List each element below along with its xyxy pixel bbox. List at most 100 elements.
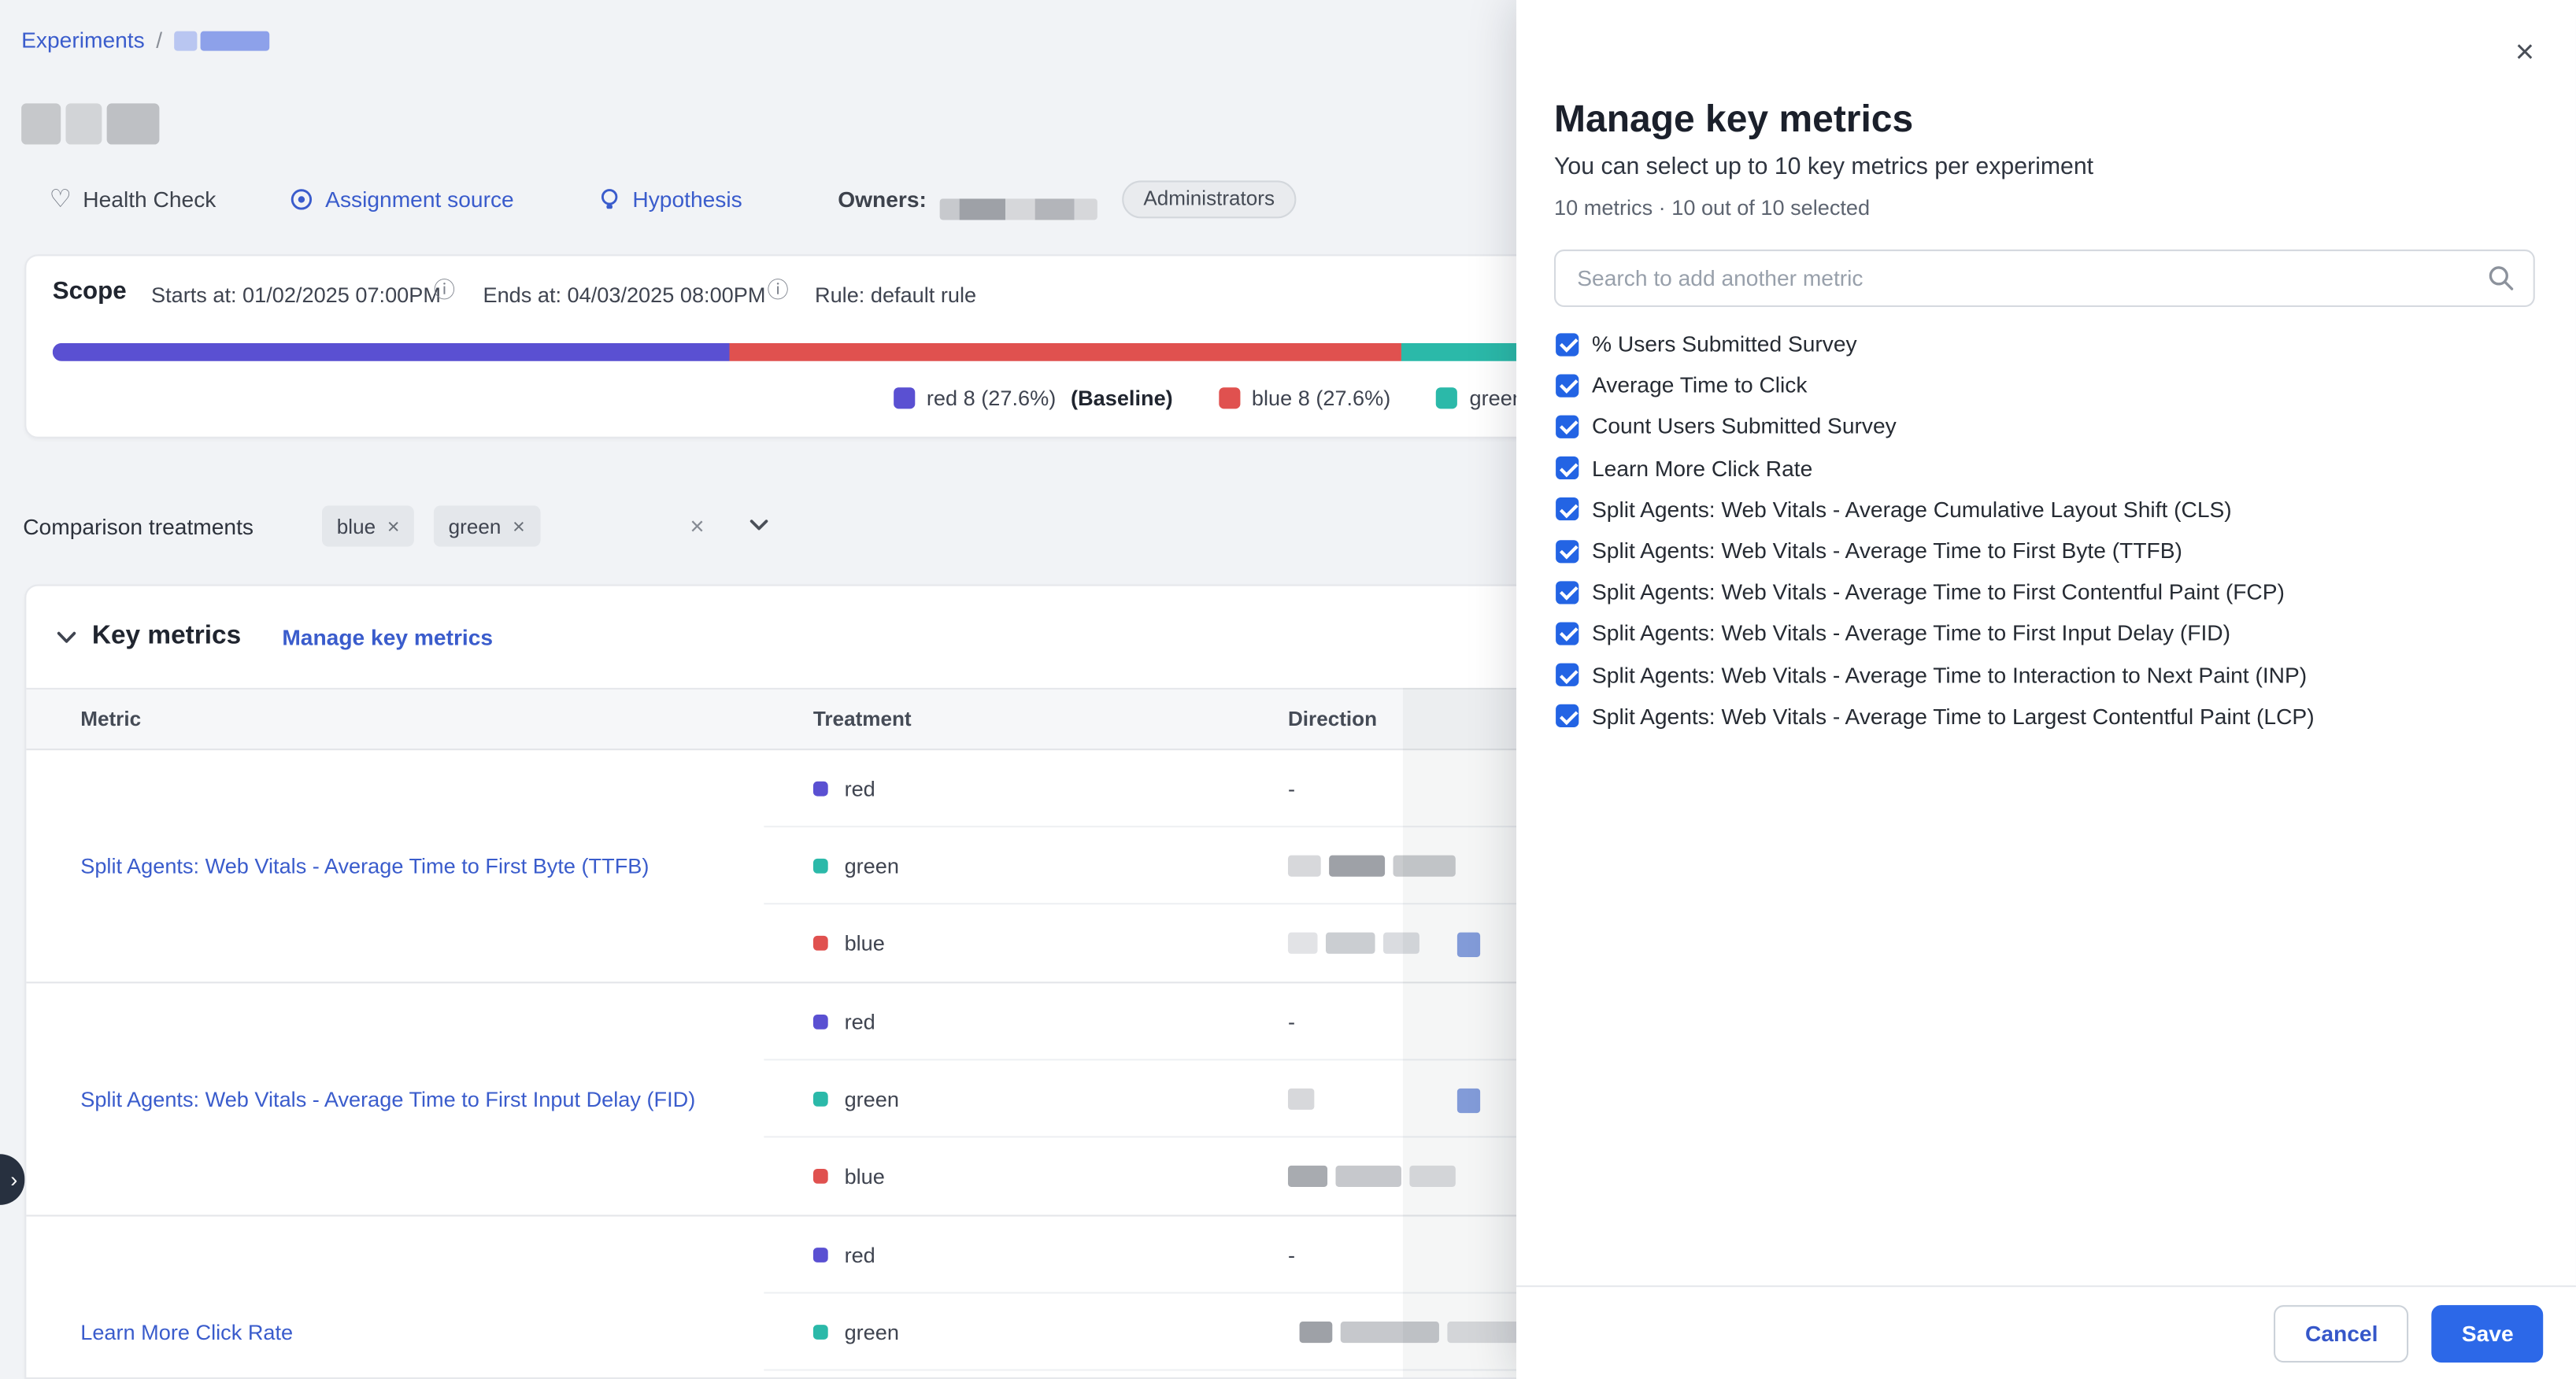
panel-body: Manage key metrics You can select up to … — [1516, 0, 2576, 737]
target-icon — [289, 187, 313, 211]
metric-checkbox-list: % Users Submitted Survey Average Time to… — [1554, 323, 2535, 737]
assignment-source-label: Assignment source — [325, 187, 514, 211]
treatment-name: green — [845, 853, 899, 878]
checkbox-checked-icon[interactable] — [1556, 664, 1579, 686]
panel-title: Manage key metrics — [1554, 95, 2535, 141]
legend-swatch — [894, 387, 915, 409]
metric-checkbox-item[interactable]: Split Agents: Web Vitals - Average Time … — [1554, 654, 2535, 696]
treatment-color-dot — [813, 781, 828, 796]
metric-label: Split Agents: Web Vitals - Average Time … — [1592, 621, 2230, 645]
checkbox-checked-icon[interactable] — [1556, 704, 1579, 727]
metric-cell: Split Agents: Web Vitals - Average Time … — [26, 983, 764, 1214]
cancel-button[interactable]: Cancel — [2274, 1304, 2409, 1362]
key-metrics-title: Key metrics — [92, 622, 241, 652]
info-icon[interactable]: ⓘ — [434, 279, 455, 301]
direction-value: - — [1288, 1009, 1295, 1033]
assignment-source-link[interactable]: Assignment source — [289, 177, 513, 220]
treatment-name: green — [845, 1319, 899, 1344]
metric-cell: Learn More Click Rate — [26, 1217, 764, 1379]
treatment-color-dot — [813, 858, 828, 873]
checkbox-checked-icon[interactable] — [1556, 539, 1579, 562]
manage-key-metrics-link[interactable]: Manage key metrics — [282, 625, 493, 649]
close-icon[interactable]: × — [2515, 36, 2534, 69]
metric-link[interactable]: Split Agents: Web Vitals - Average Time … — [80, 1085, 695, 1114]
direction-value: - — [1288, 1242, 1295, 1266]
treatment-name: red — [845, 1009, 875, 1033]
treatment-chip-green[interactable]: green × — [434, 505, 540, 546]
metric-link[interactable]: Split Agents: Web Vitals - Average Time … — [80, 852, 649, 881]
metric-checkbox-item[interactable]: % Users Submitted Survey — [1554, 323, 2535, 365]
metric-search — [1554, 250, 2535, 307]
legend-label: red 8 (27.6%) — [927, 386, 1056, 410]
column-header-metric: Metric — [26, 708, 764, 730]
metric-label: Learn More Click Rate — [1592, 456, 1812, 480]
metric-checkbox-item[interactable]: Count Users Submitted Survey — [1554, 406, 2535, 448]
app-root: Experiments / ♡ Health Check Assignment … — [0, 0, 2576, 1379]
legend-entry: red 8 (27.6%) (Baseline) — [894, 386, 1173, 410]
search-icon — [2487, 264, 2515, 292]
collapse-chevron-icon[interactable] — [56, 630, 77, 645]
chip-label: green — [449, 515, 502, 538]
owner-name-redacted — [940, 187, 1097, 230]
metric-label: Average Time to Click — [1592, 373, 1807, 397]
checkbox-checked-icon[interactable] — [1556, 374, 1579, 397]
redacted-block — [174, 31, 197, 50]
metric-checkbox-item[interactable]: Split Agents: Web Vitals - Average Cumul… — [1554, 489, 2535, 531]
chevron-down-icon[interactable] — [749, 519, 769, 532]
scope-title: Scope — [53, 277, 127, 305]
metric-checkbox-item[interactable]: Split Agents: Web Vitals - Average Time … — [1554, 571, 2535, 613]
metric-search-input[interactable] — [1554, 250, 2535, 307]
scope-rule: Rule: default rule — [815, 283, 976, 307]
save-button[interactable]: Save — [2432, 1304, 2543, 1362]
metric-checkbox-item[interactable]: Average Time to Click — [1554, 364, 2535, 406]
checkbox-checked-icon[interactable] — [1556, 581, 1579, 604]
health-check-link[interactable]: ♡ Health Check — [50, 177, 217, 220]
breadcrumb-separator: / — [156, 28, 162, 52]
metric-label: Split Agents: Web Vitals - Average Time … — [1592, 663, 2307, 687]
legend-entry: blue 8 (27.6%) — [1219, 386, 1390, 410]
treatment-color-dot — [813, 1014, 828, 1029]
hypothesis-link[interactable]: Hypothesis — [598, 177, 742, 220]
checkbox-checked-icon[interactable] — [1556, 622, 1579, 645]
owners-label-text: Owners: — [838, 187, 927, 211]
redacted-block — [200, 31, 269, 50]
treatment-color-dot — [813, 936, 828, 951]
treatment-name: blue — [845, 1164, 885, 1189]
metric-checkbox-item[interactable]: Split Agents: Web Vitals - Average Time … — [1554, 531, 2535, 572]
chip-remove-icon[interactable]: × — [513, 516, 525, 537]
checkbox-checked-icon[interactable] — [1556, 416, 1579, 438]
scope-ends-at: Ends at: 04/03/2025 08:00PM — [483, 283, 765, 307]
comparison-treatments-label: Comparison treatments — [23, 515, 254, 539]
chip-remove-icon[interactable]: × — [387, 516, 400, 537]
manage-key-metrics-panel: × Manage key metrics You can select up t… — [1516, 0, 2576, 1379]
metric-label: Split Agents: Web Vitals - Average Time … — [1592, 704, 2315, 728]
redacted-block — [65, 103, 102, 144]
metric-label: Count Users Submitted Survey — [1592, 415, 1897, 439]
clear-selection-icon[interactable]: × — [690, 515, 704, 539]
treatment-name: red — [845, 775, 875, 800]
metric-label: % Users Submitted Survey — [1592, 332, 1857, 357]
treatment-name: blue — [845, 931, 885, 956]
metric-checkbox-item[interactable]: Split Agents: Web Vitals - Average Time … — [1554, 696, 2535, 738]
treatment-color-dot — [813, 1169, 828, 1184]
direction-value: - — [1288, 775, 1295, 800]
owners-label: Owners: — [838, 177, 927, 220]
sidebar-expand-button[interactable]: › — [0, 1154, 24, 1205]
column-header-treatment: Treatment — [764, 708, 1288, 730]
panel-subtitle: You can select up to 10 key metrics per … — [1554, 151, 2535, 184]
treatment-name: red — [845, 1242, 875, 1266]
breadcrumb-experiment-name-redacted — [174, 31, 269, 50]
expand-chevron-icon: › — [10, 1167, 17, 1192]
legend-label: blue 8 (27.6%) — [1252, 386, 1390, 410]
info-icon[interactable]: ⓘ — [767, 279, 788, 301]
metric-link[interactable]: Learn More Click Rate — [80, 1318, 293, 1347]
metric-checkbox-item[interactable]: Split Agents: Web Vitals - Average Time … — [1554, 613, 2535, 655]
breadcrumb-experiments-link[interactable]: Experiments — [21, 28, 145, 52]
checkbox-checked-icon[interactable] — [1556, 498, 1579, 521]
metric-checkbox-item[interactable]: Learn More Click Rate — [1554, 447, 2535, 489]
checkbox-checked-icon[interactable] — [1556, 457, 1579, 479]
panel-footer: Cancel Save — [1516, 1285, 2576, 1379]
treatment-chip-blue[interactable]: blue × — [322, 505, 414, 546]
checkbox-checked-icon[interactable] — [1556, 333, 1579, 356]
heart-icon: ♡ — [50, 187, 72, 211]
